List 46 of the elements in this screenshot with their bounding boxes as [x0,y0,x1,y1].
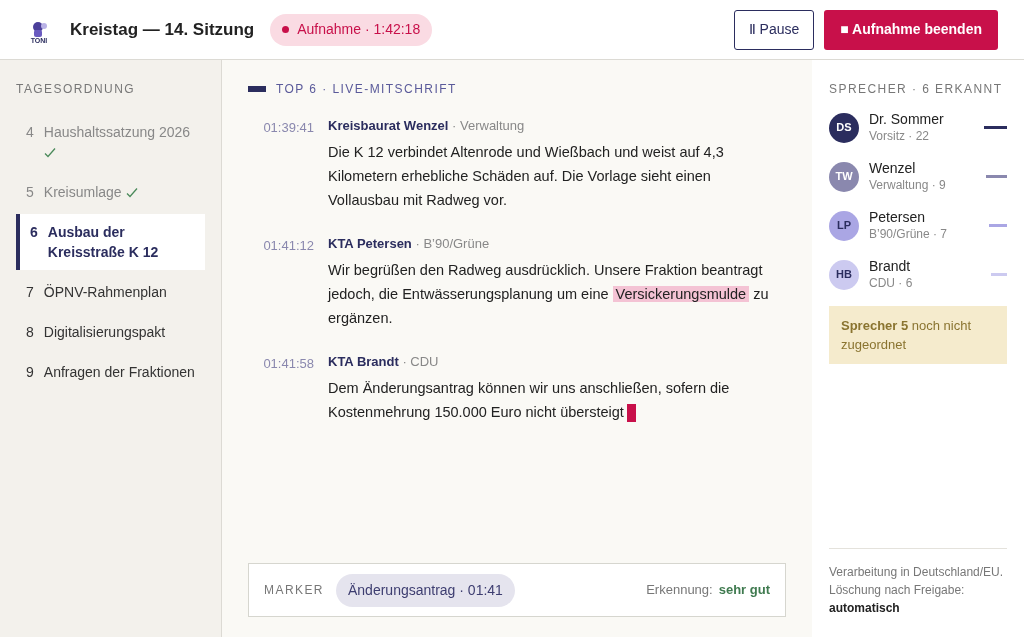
privacy-note: Verarbeitung in Deutschland/EU. Löschung nach Freigabe: [829,564,1005,599]
transcript-text: Die K 12 verbindet Altenrode und Wießbach und weist auf 4,3 Kilometern erhebliche Schäden auf. Die Vorlage sieht einen Vollausbau mit Radweg vor. [328,143,725,210]
section-heading: TOP 6 · LIVE-MITSCHRIFT [276,81,457,98]
agenda-item[interactable]: 7 ÖPNV-Rahmenplan [12,274,205,310]
transcript-text: Wir begrüßen den Radweg ausdrücklich. Unsere Fraktion beantragt jedoch, die Entwässerungsplanung um eine Versickerungsmulde zu ergänzen. [328,261,770,328]
speaker-role: · B’90/Grüne [415,236,490,251]
timestamp: 01:39:41 [262,119,315,137]
speaker-name: Petersen [869,208,927,226]
recording-time: Aufnahme · 1:42:18 [297,20,421,39]
recognition-label: Erkennung: [646,581,713,600]
deletion-value: automatisch [829,600,901,617]
notice: Sprecher 5 noch nicht zugeordnet [829,306,1007,364]
meeting-title: Kreistag — 14. Sitzung [70,18,255,41]
speaker-name: KTA Petersen [328,236,412,251]
marker-label: MARKER [264,582,324,599]
agenda-item[interactable]: 6 Ausbau der Kreisstraße K 12 [16,214,205,270]
agenda-item[interactable]: 9 Anfragen der Fraktionen [12,354,205,390]
speaker-detail: CDU · 6 [869,275,914,292]
agenda-item[interactable]: 8 Digitalisierungspakt [12,314,205,350]
pause-button[interactable]: Ⅱ Pause [733,9,815,50]
speaker-detail: Vorsitz · 22 [869,128,931,145]
speaker-role: · Verwaltung [452,118,525,133]
avatar: DS [829,112,859,143]
recognition-value: sehr gut [718,581,770,600]
avatar: LP [829,210,859,241]
speaker-name: Wenzel [869,159,917,177]
check-icon [43,147,56,160]
mascot-icon [30,20,48,37]
speaker-name: Kreisbaurat Wenzel [328,118,449,133]
speaker-detail: B’90/Grüne · 7 [869,226,949,243]
speaker-name: Dr. Sommer [869,110,945,128]
marker-chip[interactable]: Änderungsantrag · 01:41 [336,573,515,607]
speaker-name: Brandt [869,257,912,275]
stop-recording-button[interactable]: ■ Aufnahme beenden [824,9,998,50]
timestamp: 01:41:58 [262,355,315,373]
section-heading: TAGESORDNUNG [15,81,137,98]
speaker-role: · CDU [402,354,439,369]
speaker-name: KTA Brandt [328,354,399,369]
speaker-detail: Verwaltung · 9 [869,177,947,194]
transcript-text: Dem Änderungsantrag können wir uns anschließen, sofern die Kostenmehrung 150.000 Euro nicht übersteigt [328,376,786,424]
section-heading: SPRECHER · 6 ERKANNT [829,81,1004,98]
section-marker-icon [248,86,266,92]
avatar: TW [829,161,859,192]
timestamp: 01:41:12 [262,237,315,255]
avatar: HB [829,259,859,290]
check-icon [125,187,138,200]
